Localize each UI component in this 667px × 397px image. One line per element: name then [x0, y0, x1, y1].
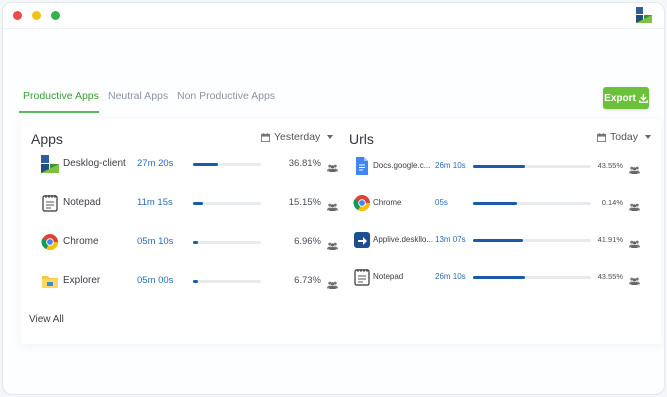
url-progress-fill — [473, 276, 525, 279]
url-progress-fill — [473, 239, 523, 242]
chrome-icon — [41, 233, 59, 251]
calendar-icon — [261, 132, 270, 142]
app-progress-bar — [193, 241, 261, 244]
urls-section-title: Urls — [349, 131, 374, 147]
url-duration: 26m 10s — [435, 272, 466, 281]
url-duration: 05s — [435, 198, 448, 207]
url-name: Chrome — [373, 198, 402, 207]
url-progress-bar — [473, 239, 591, 242]
app-progress-fill — [193, 280, 198, 283]
users-icon[interactable] — [629, 198, 640, 211]
url-row[interactable]: Docs.google.c... 26m 10s 43.55% — [353, 155, 643, 179]
users-icon[interactable] — [327, 198, 338, 211]
app-name: Notepad — [63, 197, 101, 208]
app-duration: 05m 00s — [137, 275, 174, 286]
chrome-icon — [353, 194, 371, 212]
desklog-icon — [41, 155, 59, 173]
app-percentage: 6.96% — [294, 236, 321, 247]
usage-card: Apps Yesterday Desklog-client 27m 20s 36.8… — [21, 119, 661, 344]
view-all-link[interactable]: View All — [29, 314, 64, 325]
app-row[interactable]: Explorer 05m 00s 6.73% — [41, 270, 338, 294]
url-name: Applive.deskllo... — [373, 235, 434, 244]
app-percentage: 36.81% — [288, 158, 321, 169]
explorer-icon — [41, 272, 59, 290]
app-row[interactable]: Notepad 11m 15s 15.15% — [41, 192, 338, 216]
app-progress-fill — [193, 202, 203, 205]
app-duration: 05m 10s — [137, 236, 174, 247]
users-icon[interactable] — [629, 235, 640, 248]
applive-icon — [353, 231, 371, 249]
url-name: Docs.google.c... — [373, 161, 431, 170]
app-name: Explorer — [63, 275, 101, 286]
apps-section-title: Apps — [31, 131, 63, 147]
url-row[interactable]: Chrome 05s 0.14% — [353, 192, 643, 216]
app-percentage: 6.73% — [294, 275, 321, 286]
chevron-down-icon — [645, 135, 652, 139]
url-row[interactable]: Notepad 26m 10s 43.55% — [353, 266, 643, 290]
users-icon[interactable] — [629, 272, 640, 285]
notepad-icon — [353, 268, 371, 286]
url-progress-bar — [473, 165, 591, 168]
urls-date-filter-label: Today — [610, 131, 639, 143]
close-window-button[interactable] — [13, 11, 22, 20]
url-name: Notepad — [373, 272, 404, 281]
title-bar — [3, 3, 664, 29]
download-icon — [638, 93, 648, 103]
tab-productive-apps[interactable]: Productive Apps — [23, 90, 99, 102]
google-docs-icon — [353, 157, 371, 175]
users-icon[interactable] — [327, 237, 338, 250]
users-icon[interactable] — [629, 161, 640, 174]
app-duration: 27m 20s — [137, 158, 174, 169]
calendar-icon — [597, 132, 606, 142]
url-duration: 26m 10s — [435, 161, 466, 170]
category-tabs: Productive Apps Neutral Apps Non Product… — [19, 73, 653, 113]
export-label: Export — [604, 92, 636, 104]
url-percentage: 43.55% — [597, 161, 623, 170]
maximize-window-button[interactable] — [51, 11, 60, 20]
app-progress-fill — [193, 241, 198, 244]
users-icon[interactable] — [327, 159, 338, 172]
apps-date-filter[interactable]: Yesterday — [261, 131, 334, 143]
minimize-window-button[interactable] — [32, 11, 41, 20]
app-progress-bar — [193, 202, 261, 205]
url-duration: 13m 07s — [435, 235, 466, 244]
tab-neutral-apps[interactable]: Neutral Apps — [108, 90, 168, 102]
app-row[interactable]: Chrome 05m 10s 6.96% — [41, 231, 338, 255]
dashboard-panel: Productive Apps Neutral Apps Non Product… — [19, 73, 661, 347]
active-tab-indicator — [19, 111, 99, 113]
desklog-logo-icon — [636, 7, 652, 23]
apps-date-filter-label: Yesterday — [274, 131, 321, 143]
app-name: Chrome — [63, 236, 99, 247]
app-duration: 11m 15s — [137, 197, 173, 208]
url-progress-fill — [473, 165, 525, 168]
url-progress-bar — [473, 202, 591, 205]
url-progress-fill — [473, 202, 517, 205]
users-icon[interactable] — [327, 276, 338, 289]
app-percentage: 15.15% — [288, 197, 321, 208]
url-percentage: 0.14% — [601, 198, 623, 207]
url-progress-bar — [473, 276, 591, 279]
tab-non-productive-apps[interactable]: Non Productive Apps — [177, 90, 275, 102]
app-progress-fill — [193, 163, 218, 166]
url-percentage: 43.55% — [597, 272, 623, 281]
url-row[interactable]: Applive.deskllo... 13m 07s 41.91% — [353, 229, 643, 253]
app-window: Productive Apps Neutral Apps Non Product… — [2, 2, 665, 395]
app-row[interactable]: Desklog-client 27m 20s 36.81% — [41, 153, 338, 177]
chevron-down-icon — [327, 135, 334, 139]
app-progress-bar — [193, 163, 261, 166]
app-name: Desklog-client — [63, 158, 126, 169]
app-progress-bar — [193, 280, 261, 283]
export-button[interactable]: Export — [603, 87, 649, 109]
notepad-icon — [41, 194, 59, 212]
urls-date-filter[interactable]: Today — [597, 131, 652, 143]
url-percentage: 41.91% — [597, 235, 623, 244]
